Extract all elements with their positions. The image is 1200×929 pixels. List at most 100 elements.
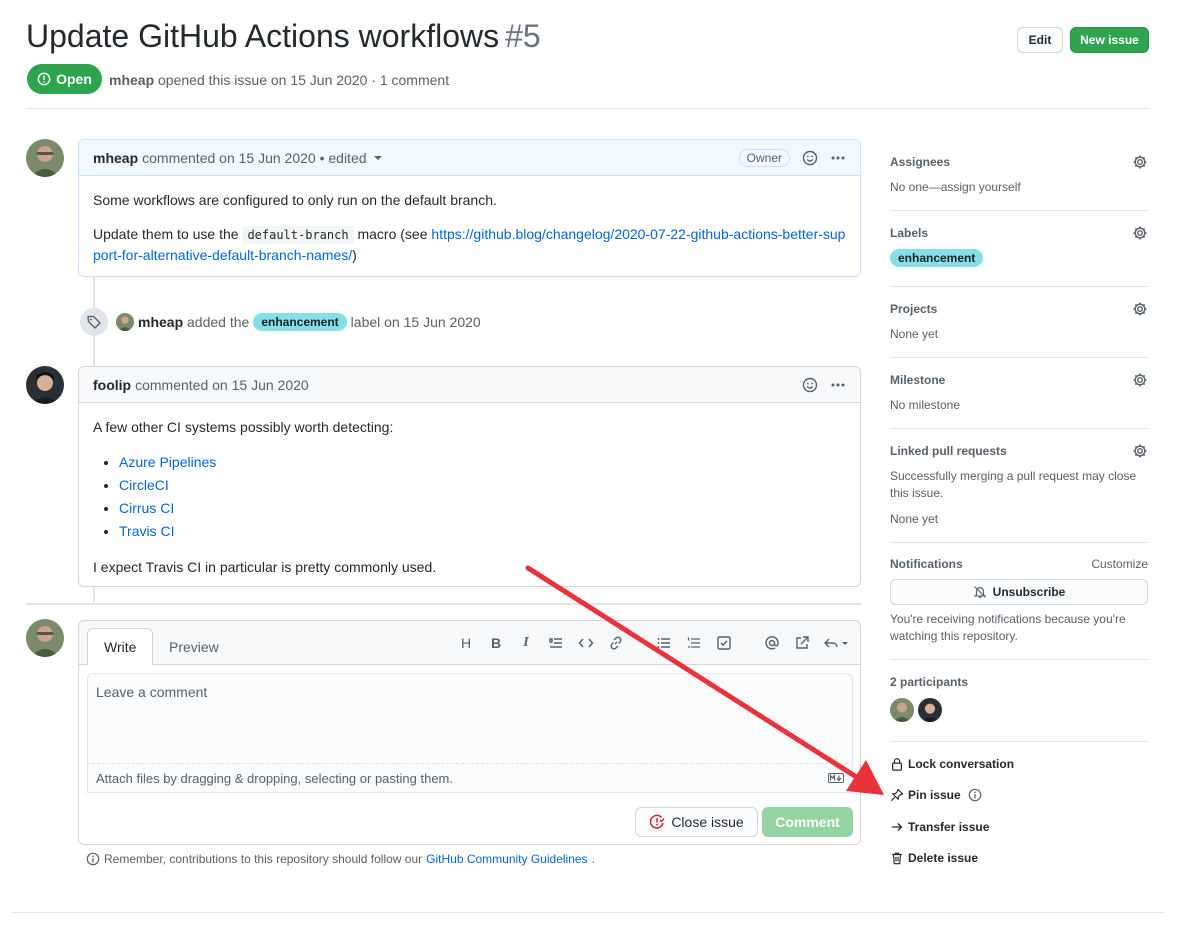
tab-preview[interactable]: Preview bbox=[153, 628, 235, 666]
comment-author[interactable]: mheap bbox=[93, 150, 138, 166]
community-guidelines-link[interactable]: GitHub Community Guidelines bbox=[426, 852, 587, 866]
gear-icon[interactable] bbox=[1132, 372, 1148, 388]
reply-icon[interactable] bbox=[822, 633, 850, 653]
editor-header: Write Preview H B I bbox=[79, 621, 860, 666]
sidebar-notifications: Notifications Customize Unsubscribe You'… bbox=[890, 557, 1148, 660]
label-event-actor[interactable]: mheap bbox=[138, 314, 183, 330]
markdown-icon[interactable] bbox=[828, 773, 844, 783]
unordered-list-icon[interactable] bbox=[654, 633, 674, 653]
quote-icon[interactable] bbox=[546, 633, 566, 653]
assignees-title[interactable]: Assignees bbox=[890, 155, 950, 169]
label-enhancement[interactable]: enhancement bbox=[253, 313, 347, 331]
close-issue-button[interactable]: Close issue bbox=[635, 807, 758, 837]
header-divider bbox=[26, 108, 1149, 109]
status-badge: Open bbox=[27, 64, 102, 94]
label-event-suffix[interactable]: label on 15 Jun 2020 bbox=[351, 314, 481, 330]
comment-header: foolip commented on 15 Jun 2020 bbox=[79, 367, 860, 403]
unsubscribe-label: Unsubscribe bbox=[992, 585, 1066, 599]
list-item: Cirrus CI bbox=[119, 497, 846, 520]
inline-code: default-branch bbox=[242, 226, 354, 244]
ordered-list-icon[interactable] bbox=[684, 633, 704, 653]
comment-meta[interactable]: commented on 15 Jun 2020 bbox=[135, 377, 309, 393]
gear-icon[interactable] bbox=[1132, 225, 1148, 241]
cross-reference-icon[interactable] bbox=[792, 633, 812, 653]
status-label: Open bbox=[56, 71, 92, 87]
assignees-value[interactable]: No one—assign yourself bbox=[890, 179, 1148, 196]
edit-button[interactable]: Edit bbox=[1017, 27, 1063, 53]
info-icon[interactable] bbox=[968, 788, 982, 802]
kebab-horizontal-icon[interactable] bbox=[830, 150, 846, 166]
ci-link-cirrus[interactable]: Cirrus CI bbox=[119, 500, 174, 516]
label-event: mheap added the enhancement label on 15 … bbox=[80, 308, 481, 336]
comment-meta[interactable]: commented on 15 Jun 2020 • edited bbox=[142, 150, 366, 166]
ci-link-circleci[interactable]: CircleCI bbox=[119, 477, 169, 493]
transfer-issue-action[interactable]: Transfer issue bbox=[890, 820, 989, 834]
participant-avatar-mheap[interactable] bbox=[890, 698, 914, 722]
projects-value: None yet bbox=[890, 327, 939, 341]
comment-body: A few other CI systems possibly worth de… bbox=[79, 403, 860, 591]
list-item: CircleCI bbox=[119, 474, 846, 497]
bold-icon[interactable]: B bbox=[486, 633, 506, 653]
avatar-current-user[interactable] bbox=[26, 619, 64, 657]
issue-title: Update GitHub Actions workflows #5 bbox=[26, 18, 541, 55]
tasklist-icon[interactable] bbox=[714, 633, 734, 653]
ci-link-travis[interactable]: Travis CI bbox=[119, 523, 174, 539]
comment-author[interactable]: foolip bbox=[93, 377, 131, 393]
smiley-icon[interactable] bbox=[802, 377, 818, 393]
tag-icon bbox=[80, 308, 108, 336]
ci-list: Azure Pipelines CircleCI Cirrus CI Travi… bbox=[119, 451, 846, 543]
comment-paragraph: Update them to use the default-branch ma… bbox=[93, 224, 846, 265]
ci-link-azure[interactable]: Azure Pipelines bbox=[119, 454, 216, 470]
comment-text: macro (see bbox=[357, 226, 428, 242]
lock-conversation-action[interactable]: Lock conversation bbox=[890, 757, 1014, 771]
lock-label: Lock conversation bbox=[908, 757, 1015, 771]
mention-icon[interactable] bbox=[762, 633, 782, 653]
info-icon bbox=[86, 852, 100, 866]
sidebar-projects: Projects None yet bbox=[890, 301, 1148, 358]
comment-paragraph: A few other CI systems possibly worth de… bbox=[93, 419, 394, 435]
avatar-mheap[interactable] bbox=[26, 139, 64, 177]
sidebar-labels: Labels enhancement bbox=[890, 225, 1148, 287]
issue-closed-icon bbox=[650, 814, 665, 829]
pin-issue-action[interactable]: Pin issue bbox=[890, 788, 982, 802]
kebab-horizontal-icon[interactable] bbox=[830, 377, 846, 393]
footer-divider bbox=[12, 912, 1164, 913]
italic-icon[interactable]: I bbox=[516, 633, 536, 653]
comment-header: mheap commented on 15 Jun 2020 • edited … bbox=[79, 140, 860, 176]
comment-mheap: mheap commented on 15 Jun 2020 • edited … bbox=[78, 139, 861, 277]
heading-icon[interactable]: H bbox=[456, 633, 476, 653]
sidebar-label-enhancement[interactable]: enhancement bbox=[890, 249, 984, 267]
attach-files-bar[interactable]: Attach files by dragging & dropping, sel… bbox=[87, 763, 853, 793]
milestone-title[interactable]: Milestone bbox=[890, 373, 945, 387]
pin-label: Pin issue bbox=[908, 788, 961, 802]
caret-down-icon[interactable] bbox=[373, 153, 383, 163]
comment-placeholder: Leave a comment bbox=[96, 684, 208, 700]
projects-title[interactable]: Projects bbox=[890, 302, 937, 316]
gear-icon[interactable] bbox=[1132, 154, 1148, 170]
owner-badge: Owner bbox=[738, 148, 790, 167]
comment-paragraph: Some workflows are configured to only ru… bbox=[93, 192, 497, 208]
guidelines-note: Remember, contributions to this reposito… bbox=[86, 852, 595, 866]
issue-author-link[interactable]: mheap bbox=[109, 72, 154, 88]
comment-paragraph: I expect Travis CI in particular is pret… bbox=[93, 559, 437, 575]
linked-title[interactable]: Linked pull requests bbox=[890, 444, 1007, 458]
gear-icon[interactable] bbox=[1132, 443, 1148, 459]
smiley-icon[interactable] bbox=[802, 150, 818, 166]
avatar-mheap-small[interactable] bbox=[116, 313, 134, 331]
code-icon[interactable] bbox=[576, 633, 596, 653]
tab-write[interactable]: Write bbox=[87, 628, 154, 666]
link-icon[interactable] bbox=[606, 633, 626, 653]
avatar-foolip[interactable] bbox=[26, 366, 64, 404]
delete-issue-action[interactable]: Delete issue bbox=[890, 851, 978, 865]
issue-number: #5 bbox=[505, 18, 541, 54]
customize-link[interactable]: Customize bbox=[1091, 557, 1148, 571]
participant-avatar-foolip[interactable] bbox=[918, 698, 942, 722]
issue-title-text: Update GitHub Actions workflows bbox=[26, 18, 500, 54]
gear-icon[interactable] bbox=[1132, 301, 1148, 317]
labels-title[interactable]: Labels bbox=[890, 226, 928, 240]
comment-button[interactable]: Comment bbox=[762, 807, 853, 837]
trash-icon bbox=[892, 852, 902, 865]
new-issue-button[interactable]: New issue bbox=[1070, 27, 1149, 53]
sidebar-participants: 2 participants bbox=[890, 675, 1148, 742]
unsubscribe-button[interactable]: Unsubscribe bbox=[890, 579, 1148, 605]
